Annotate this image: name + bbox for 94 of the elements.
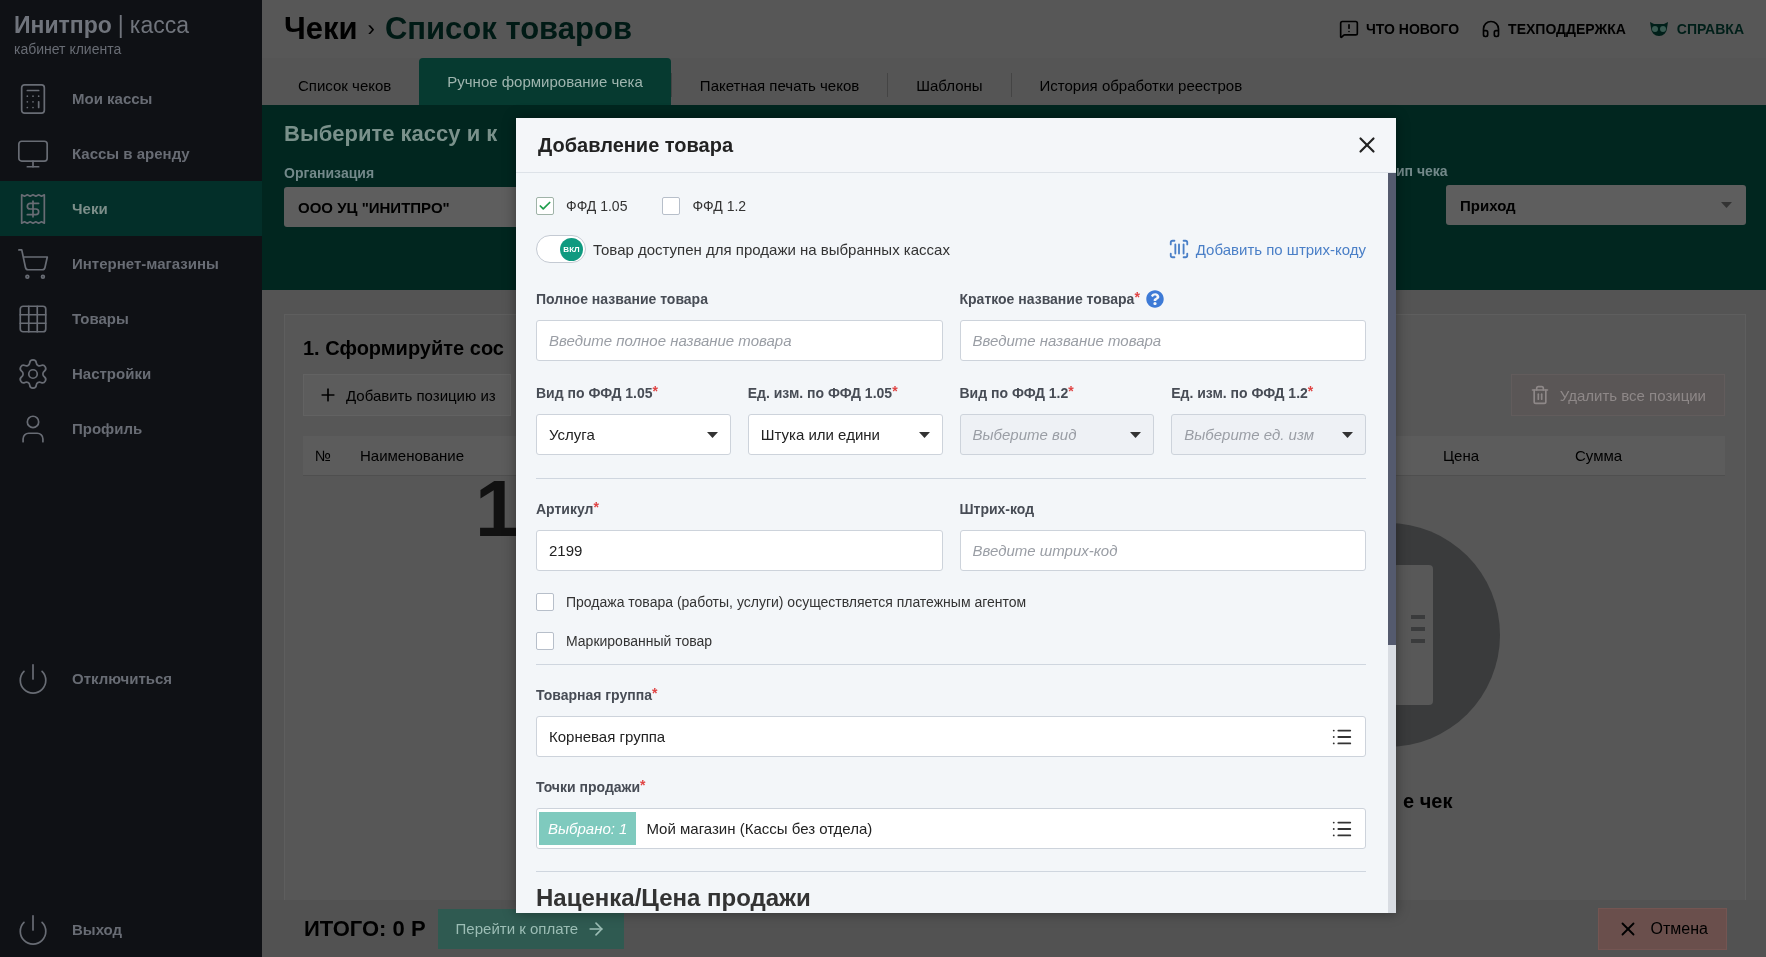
- header-link[interactable]: ЧТО НОВОГО: [1338, 19, 1460, 39]
- breadcrumb-link[interactable]: Чеки: [284, 11, 358, 47]
- tab[interactable]: Пакетная печать чеков: [671, 65, 888, 105]
- sidebar-item[interactable]: Кассы в аренду: [0, 126, 262, 181]
- card-title: 1. Сформируйте сос: [303, 337, 504, 360]
- empty-caption: е чек: [1403, 790, 1453, 813]
- text-field[interactable]: Введите штрих-код: [959, 530, 1366, 571]
- disconnect-item[interactable]: Отключиться: [0, 651, 262, 706]
- tab[interactable]: История обработки реестров: [1011, 65, 1271, 105]
- power-icon: [16, 661, 50, 696]
- required-mark: *: [892, 383, 898, 399]
- help-icon[interactable]: [1145, 290, 1164, 308]
- toggle-label: Товар доступен для продажи на выбранных кассах: [593, 240, 950, 258]
- tab[interactable]: Шаблоны: [888, 65, 1011, 105]
- caret-icon: [918, 431, 930, 438]
- sale-points-field[interactable]: Выбрано: 1 Мой магазин (Кассы без отдела): [536, 808, 1366, 849]
- breadcrumb-separator: ›: [367, 16, 375, 42]
- cart-icon: [16, 246, 50, 281]
- settings-icon: [16, 356, 50, 391]
- field-label: Штрих-код: [959, 501, 1035, 517]
- checkbox[interactable]: [536, 593, 554, 611]
- sidebar-item[interactable]: Интернет-магазины: [0, 236, 262, 291]
- field-label: Товарная группа: [536, 687, 652, 703]
- cancel-button[interactable]: Отмена: [1597, 907, 1727, 950]
- header-link[interactable]: ТЕХПОДДЕРЖКА: [1481, 19, 1626, 39]
- caret-icon: [1342, 431, 1353, 438]
- checkbox-label: Маркированный товар: [566, 633, 713, 649]
- header-link[interactable]: СПРАВКА: [1647, 19, 1744, 39]
- column-header: Наименование: [360, 447, 465, 464]
- headphones-icon: [1481, 19, 1502, 39]
- logout-item[interactable]: Выход: [0, 902, 262, 957]
- toggle-switch[interactable]: ВКЛ: [536, 235, 586, 263]
- field-label: Точки продажи: [536, 779, 641, 795]
- scrollbar-thumb[interactable]: [1388, 173, 1396, 645]
- message-icon: [1338, 19, 1359, 39]
- checkbox-label: ФФД 1.05: [566, 198, 628, 214]
- barcode-icon: [1167, 238, 1190, 260]
- required-mark: *: [651, 685, 658, 701]
- checkbox-label: ФФД 1.2: [692, 198, 747, 214]
- logo-separator: |: [117, 12, 124, 39]
- step-number: 1: [475, 463, 520, 555]
- logo-brand: Инитпро: [14, 12, 112, 39]
- field-label: Организация: [284, 165, 375, 181]
- field-label: Ед. изм. по ФФД 1.2: [1171, 385, 1308, 401]
- tab[interactable]: Ручное формирование чека: [419, 58, 671, 105]
- total-text: ИТОГО: 0 Р: [304, 915, 426, 942]
- required-mark: *: [1068, 383, 1074, 399]
- required-mark: *: [652, 383, 658, 399]
- required-mark: *: [593, 499, 599, 515]
- checkbox-label: Продажа товара (работы, услуги) осуществляется платежным агентом: [566, 594, 1027, 610]
- select-field[interactable]: Услуга: [536, 414, 731, 455]
- tab[interactable]: Список чеков: [270, 65, 420, 105]
- panel-title: Выберите кассу и к: [284, 121, 498, 147]
- required-mark: *: [640, 777, 646, 793]
- trash-icon: [1529, 385, 1550, 405]
- text-field[interactable]: Введите название товара: [959, 320, 1366, 361]
- add-by-barcode-link[interactable]: Добавить по штрих-коду: [1167, 238, 1366, 260]
- selected-count-badge: Выбрано: 1: [539, 812, 637, 845]
- page-title: Список товаров: [384, 11, 632, 47]
- required-mark: *: [1307, 383, 1314, 399]
- owl-icon: [1647, 20, 1670, 38]
- column-header: Сумма: [1575, 447, 1624, 464]
- field-label: Полное название товара: [536, 291, 708, 307]
- column-header: №: [315, 447, 333, 464]
- caret-icon: [1130, 431, 1142, 438]
- caret-icon: [706, 431, 718, 438]
- required-mark: *: [1134, 289, 1140, 305]
- field-label: Краткое название товара: [959, 291, 1135, 307]
- field-label: Ед. изм. по ФФД 1.05: [747, 385, 893, 401]
- logo-subtitle: кабинет клиента: [14, 41, 123, 57]
- caret-icon: [1721, 202, 1732, 208]
- field-label: Вид по ФФД 1.2: [959, 385, 1069, 401]
- text-field[interactable]: Введите полное название товара: [536, 320, 943, 361]
- logo-product: касса: [129, 12, 189, 39]
- check-icon: [538, 199, 552, 213]
- select-field[interactable]: Штука или едини: [747, 414, 943, 455]
- field-label: Артикул: [536, 501, 594, 517]
- sidebar-item[interactable]: Мои кассы: [0, 71, 262, 126]
- sidebar-item[interactable]: Товары: [0, 291, 262, 346]
- dialog-title: Добавление товара: [538, 133, 734, 157]
- sidebar-item[interactable]: Настройки: [0, 346, 262, 401]
- receipt-type-select[interactable]: Приход: [1446, 185, 1746, 225]
- column-header: Цена: [1443, 447, 1481, 464]
- checkbox[interactable]: [536, 197, 554, 215]
- sidebar-item[interactable]: Профиль: [0, 401, 262, 456]
- field-label: ип чека: [1396, 163, 1448, 179]
- checkbox[interactable]: [536, 632, 554, 650]
- power-icon: [16, 912, 50, 947]
- product-group-field[interactable]: Корневая группа: [536, 716, 1366, 757]
- checkbox[interactable]: [662, 197, 681, 215]
- sidebar-item[interactable]: Чеки: [0, 181, 262, 236]
- field-label: Вид по ФФД 1.05: [536, 385, 653, 401]
- text-field[interactable]: 2199: [536, 530, 943, 571]
- add-position-button[interactable]: Добавить позицию из: [303, 374, 511, 416]
